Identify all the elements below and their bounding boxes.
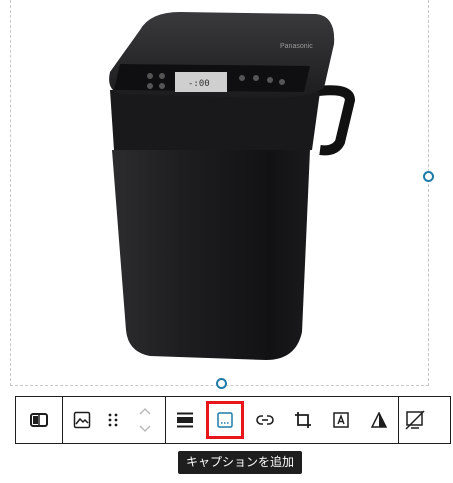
align-icon xyxy=(176,412,194,428)
drag-handle[interactable] xyxy=(101,397,125,443)
crop-icon xyxy=(294,411,312,429)
caption-tooltip: キャプションを追加 xyxy=(178,451,303,474)
link-button[interactable] xyxy=(246,397,284,443)
duotone-icon xyxy=(371,412,387,428)
image-button[interactable] xyxy=(63,397,101,443)
move-up-down-icon xyxy=(138,405,152,435)
move-buttons[interactable] xyxy=(125,397,165,443)
resize-handle-right[interactable] xyxy=(423,171,434,182)
editor-canvas: -:00 Panasonic キャプションを追加 xyxy=(0,0,453,483)
toolbar-group-image-tools xyxy=(166,397,399,443)
toolbar-group-block-type xyxy=(16,397,63,443)
text-overlay-icon xyxy=(333,412,349,428)
image-icon xyxy=(73,411,91,429)
caption-icon xyxy=(217,412,233,428)
block-type-button[interactable] xyxy=(16,397,62,443)
toolbar-group-replace xyxy=(399,397,431,443)
align-button[interactable] xyxy=(166,397,204,443)
resize-handle-bottom[interactable] xyxy=(216,378,227,389)
bread-maker-image: -:00 Panasonic xyxy=(109,12,356,360)
link-icon xyxy=(256,414,274,426)
toolbar-group-move xyxy=(63,397,166,443)
image-block[interactable]: -:00 Panasonic xyxy=(10,0,430,388)
duotone-button[interactable] xyxy=(360,397,398,443)
text-overlay-button[interactable] xyxy=(322,397,360,443)
drag-handle-icon xyxy=(108,412,118,428)
crop-button[interactable] xyxy=(284,397,322,443)
add-caption-button[interactable] xyxy=(206,401,244,439)
svg-text:Panasonic: Panasonic xyxy=(280,43,313,50)
svg-text:-:00: -:00 xyxy=(188,79,210,89)
columns-icon xyxy=(30,413,48,427)
replace-icon xyxy=(405,410,425,430)
replace-button[interactable] xyxy=(399,397,431,443)
block-toolbar xyxy=(15,396,451,444)
machine-body xyxy=(112,150,310,360)
